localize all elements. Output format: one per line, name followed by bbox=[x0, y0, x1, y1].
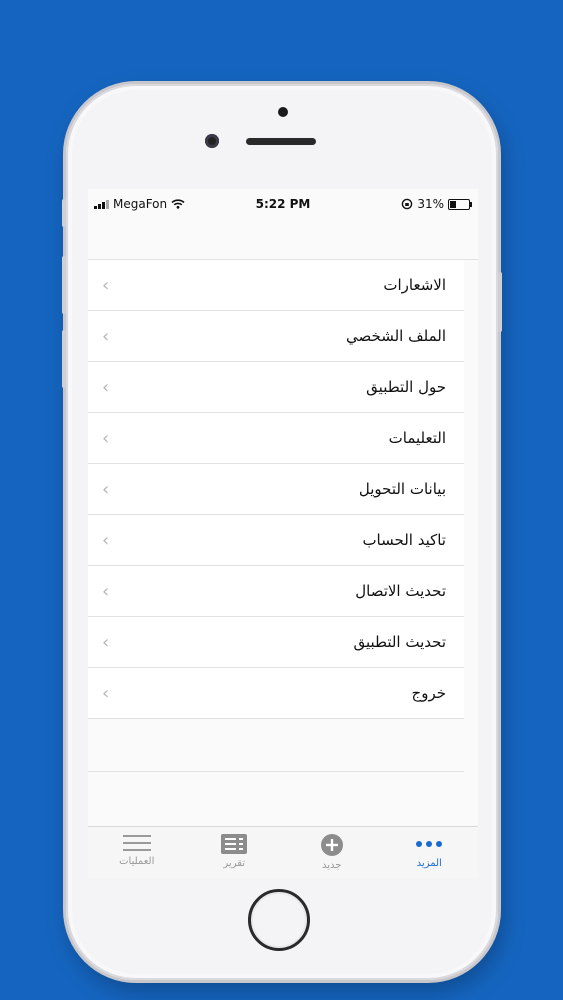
menu-item-label: تحديث الاتصال bbox=[355, 582, 446, 600]
menu-item-label: تحديث التطبيق bbox=[353, 633, 446, 651]
proximity-sensor bbox=[278, 107, 288, 117]
chevron-left-icon: ‹ bbox=[102, 478, 110, 500]
front-camera bbox=[205, 134, 219, 148]
menu-item-label: التعليمات bbox=[388, 429, 446, 447]
empty-row bbox=[88, 719, 464, 772]
tab-new[interactable]: جديد bbox=[283, 827, 381, 879]
more-dots-icon bbox=[416, 841, 443, 847]
menu-item-notifications[interactable]: ‹ الاشعارات bbox=[88, 260, 464, 311]
volume-up-button bbox=[62, 256, 66, 314]
rotation-lock-icon bbox=[402, 198, 413, 210]
menu-item-label: خروج bbox=[411, 684, 446, 702]
plus-circle-icon bbox=[320, 834, 343, 856]
battery-percent: 31% bbox=[417, 197, 444, 211]
menu-item-about[interactable]: ‹ حول التطبيق bbox=[88, 362, 464, 413]
tab-label: العمليات bbox=[119, 856, 155, 867]
report-icon bbox=[221, 834, 248, 854]
chevron-left-icon: ‹ bbox=[102, 274, 110, 296]
menu-item-instructions[interactable]: ‹ التعليمات bbox=[88, 413, 464, 464]
home-button[interactable] bbox=[248, 889, 310, 951]
menu-item-confirm-account[interactable]: ‹ تاكيد الحساب bbox=[88, 515, 464, 566]
chevron-left-icon: ‹ bbox=[102, 529, 110, 551]
chevron-left-icon: ‹ bbox=[102, 376, 110, 398]
menu-item-update-app[interactable]: ‹ تحديث التطبيق bbox=[88, 617, 464, 668]
tab-label: المزيد bbox=[416, 858, 442, 869]
phone-frame: MegaFon 5:22 PM 31% ‹ الاشعارات ‹ الملف … bbox=[62, 84, 502, 980]
volume-down-button bbox=[62, 330, 66, 388]
chevron-left-icon: ‹ bbox=[102, 631, 110, 653]
chevron-left-icon: ‹ bbox=[102, 325, 110, 347]
menu-item-label: حول التطبيق bbox=[366, 378, 446, 396]
earpiece-speaker bbox=[246, 138, 316, 145]
menu-lines-icon bbox=[122, 835, 151, 851]
menu-item-label: الملف الشخصي bbox=[346, 327, 446, 345]
menu-item-transfer-data[interactable]: ‹ بيانات التحويل bbox=[88, 464, 464, 515]
menu-item-profile[interactable]: ‹ الملف الشخصي bbox=[88, 311, 464, 362]
status-right: 31% bbox=[401, 197, 472, 211]
mute-switch bbox=[62, 199, 66, 227]
status-bar: MegaFon 5:22 PM 31% bbox=[88, 189, 478, 219]
tab-bar: العمليات تقرير جديد المزيد bbox=[88, 826, 478, 879]
settings-menu: ‹ الاشعارات ‹ الملف الشخصي ‹ حول التطبيق… bbox=[88, 259, 478, 772]
menu-item-logout[interactable]: ‹ خروج bbox=[88, 668, 464, 719]
chevron-left-icon: ‹ bbox=[102, 682, 110, 704]
tab-operations[interactable]: العمليات bbox=[88, 827, 186, 879]
tab-label: جديد bbox=[322, 860, 342, 871]
screen: MegaFon 5:22 PM 31% ‹ الاشعارات ‹ الملف … bbox=[88, 189, 478, 879]
menu-item-update-connection[interactable]: ‹ تحديث الاتصال bbox=[88, 566, 464, 617]
menu-item-label: بيانات التحويل bbox=[358, 480, 446, 498]
tab-report[interactable]: تقرير bbox=[186, 827, 284, 879]
chevron-left-icon: ‹ bbox=[102, 427, 110, 449]
chevron-left-icon: ‹ bbox=[102, 580, 110, 602]
menu-item-label: الاشعارات bbox=[383, 276, 446, 294]
tab-label: تقرير bbox=[223, 858, 246, 869]
battery-icon bbox=[448, 198, 472, 210]
tab-more[interactable]: المزيد bbox=[381, 827, 479, 879]
menu-item-label: تاكيد الحساب bbox=[362, 531, 446, 549]
power-button bbox=[498, 272, 502, 332]
